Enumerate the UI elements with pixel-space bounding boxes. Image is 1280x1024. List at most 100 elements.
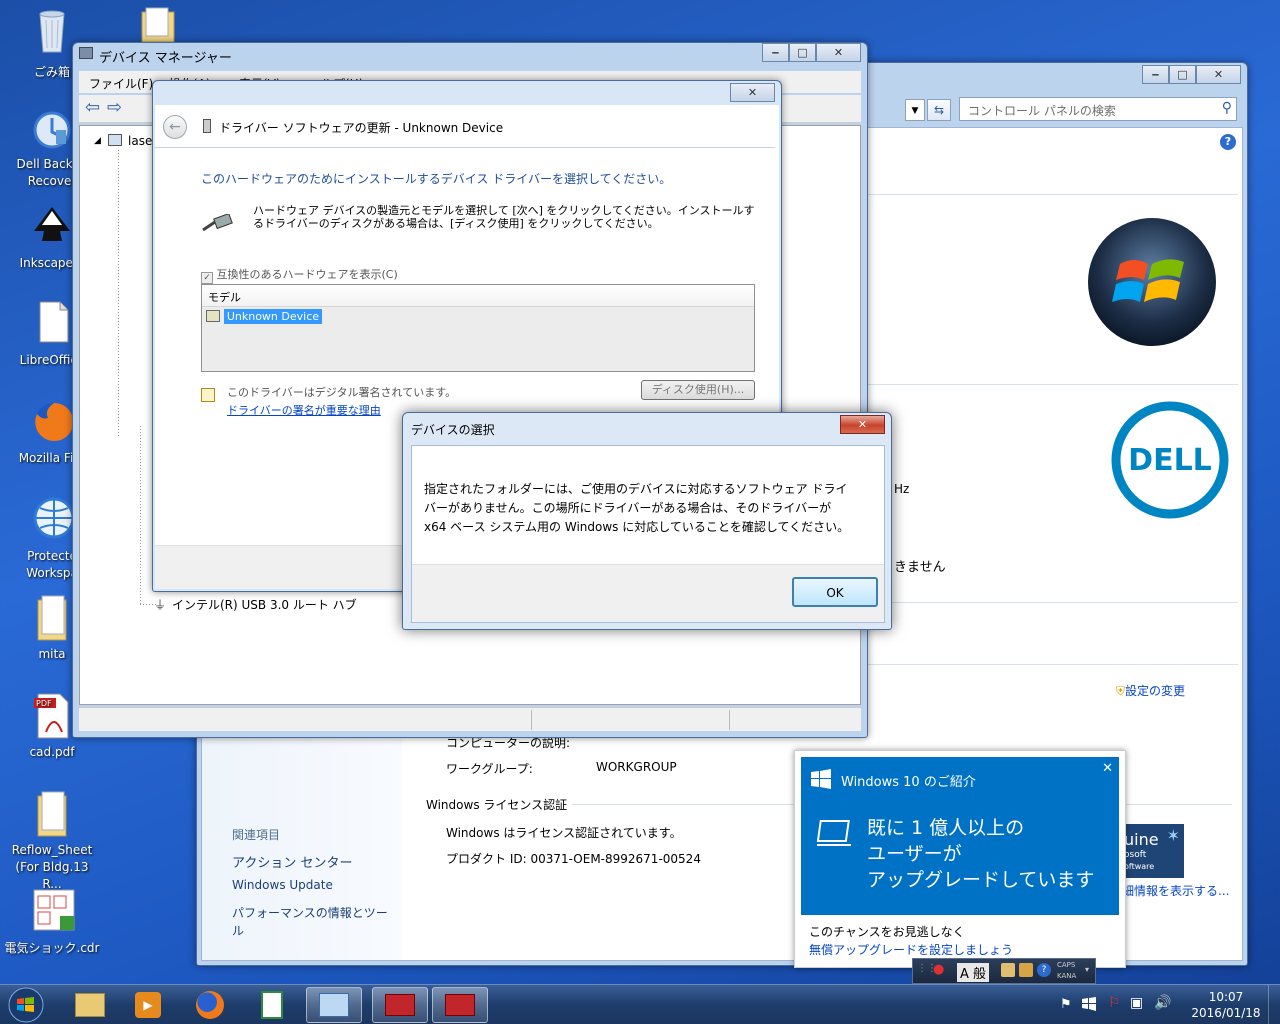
caps-indicator: CAPS bbox=[1057, 961, 1076, 969]
device-manager-titlebar[interactable]: デバイス マネージャー ‒ □ ✕ bbox=[73, 43, 867, 66]
more-info-link[interactable]: 細情報を表示する... bbox=[1122, 882, 1229, 899]
ime-language-bar[interactable]: ⋮⋮ ● A 般 ? CAPS KANA ▾ bbox=[912, 958, 1096, 984]
star-icon: ✶ bbox=[1166, 826, 1180, 845]
minimize-button[interactable]: ‒ bbox=[762, 43, 789, 62]
folder-icon bbox=[75, 993, 105, 1017]
libreoffice-icon bbox=[32, 300, 72, 343]
popup-line3: アップグレードしています bbox=[867, 869, 1095, 891]
related-link-action-center[interactable]: アクション センター bbox=[232, 852, 352, 871]
refresh-icon[interactable]: ⇆ bbox=[927, 99, 951, 121]
ime-dictionary-icon[interactable] bbox=[1019, 963, 1033, 977]
ok-button[interactable]: OK bbox=[792, 577, 878, 607]
recycle-bin-icon bbox=[32, 6, 72, 53]
related-heading: 関連項目 bbox=[232, 828, 281, 842]
win10-upgrade-popup[interactable]: Windows 10 のご紹介 ✕ 既に 1 億人以上の ユーザーが アップグレ… bbox=[794, 750, 1126, 968]
inkscape-icon bbox=[32, 205, 72, 245]
usb-device-small-icon bbox=[203, 119, 211, 133]
address-dropdown-button[interactable]: ▼ bbox=[905, 99, 925, 121]
search-icon[interactable]: ⚲ bbox=[1222, 100, 1232, 116]
close-button[interactable]: ✕ bbox=[730, 83, 775, 102]
popup-footer-text: このチャンスをお見逃しなく bbox=[809, 925, 965, 939]
help-icon[interactable]: ? bbox=[1220, 134, 1236, 150]
windows-update-icon[interactable] bbox=[1082, 997, 1096, 1011]
taskbar-firefox[interactable] bbox=[182, 987, 238, 1023]
taskbar-spreadsheet[interactable] bbox=[244, 987, 300, 1023]
related-link-windows-update[interactable]: Windows Update bbox=[232, 878, 333, 892]
taskbar-device-manager-2[interactable] bbox=[432, 987, 488, 1023]
compat-checkbox[interactable]: ✓ 互換性のあるハードウェアを表示(C) bbox=[201, 266, 398, 284]
model-column-header: モデル bbox=[208, 291, 241, 304]
ime-pad-icon[interactable] bbox=[1001, 963, 1015, 977]
desktop-icon-reflow-sheet[interactable]: Reflow_Sheet (For Bldg.13 R... bbox=[4, 790, 100, 891]
taskbar-device-manager[interactable] bbox=[372, 987, 428, 1023]
driver-signing-link[interactable]: ドライバーの署名が重要な理由 bbox=[227, 402, 381, 418]
maximize-button[interactable]: □ bbox=[789, 43, 816, 62]
search-input[interactable]: コントロール パネルの検索 ⚲ bbox=[959, 97, 1237, 121]
forward-arrow-icon[interactable]: ⇨ bbox=[107, 97, 122, 118]
svg-text:DELL: DELL bbox=[1128, 443, 1212, 478]
status-bar bbox=[79, 707, 861, 731]
firefox-icon bbox=[196, 991, 224, 1019]
taskbar: ▶ ⚑ ⚐ ▣ 🔊 10:07 2016/01/18 bbox=[0, 984, 1280, 1024]
taskbar-explorer[interactable] bbox=[62, 987, 118, 1023]
flag-icon[interactable]: ⚑ bbox=[1060, 997, 1072, 1012]
dialog-message-line2: バーがありません。この場所にドライバーがある場合は、そのドライバーが bbox=[424, 501, 832, 515]
folder-icon bbox=[138, 6, 178, 46]
toolbox-icon bbox=[385, 994, 415, 1016]
unknown-device-icon bbox=[206, 310, 220, 322]
tree-expand-icon[interactable]: ◢ bbox=[94, 136, 101, 146]
settings-change-link[interactable]: ⛨設定の変更 bbox=[1116, 682, 1185, 699]
media-player-icon: ▶ bbox=[135, 992, 161, 1018]
show-desktop-button[interactable] bbox=[1268, 985, 1280, 1024]
model-list[interactable]: モデル Unknown Device bbox=[201, 284, 755, 372]
clock-date: 2016/01/18 bbox=[1191, 1006, 1261, 1020]
action-center-icon[interactable]: ⚐ bbox=[1108, 995, 1121, 1011]
license-status: Windows はライセンス認証されています。 bbox=[446, 826, 682, 840]
usb-root-hub-label[interactable]: インテル(R) USB 3.0 ルート ハブ bbox=[172, 596, 357, 613]
device-manager-icon bbox=[79, 47, 93, 59]
pen-touch-fragment: きません bbox=[894, 560, 946, 575]
laptop-icon bbox=[815, 819, 855, 851]
pin-icon[interactable]: ● bbox=[933, 962, 944, 977]
have-disk-button[interactable]: ディスク使用(H)... bbox=[641, 380, 755, 400]
taskbar-media-player[interactable]: ▶ bbox=[120, 987, 176, 1023]
clock[interactable]: 10:07 2016/01/18 bbox=[1188, 989, 1264, 1021]
product-id: プロダクト ID: 00371-OEM-8992671-00524 bbox=[446, 852, 701, 866]
toolbox-icon bbox=[445, 994, 475, 1016]
kana-indicator: KANA bbox=[1057, 972, 1077, 980]
close-button[interactable]: ✕ bbox=[840, 415, 885, 434]
volume-icon[interactable]: 🔊 bbox=[1154, 995, 1171, 1011]
expand-arrow-icon[interactable]: ▾ bbox=[1085, 965, 1089, 974]
dell-backup-icon bbox=[32, 110, 72, 150]
folder-icon bbox=[32, 790, 72, 837]
related-link-performance[interactable]: パフォーマンスの情報とツール bbox=[232, 904, 392, 940]
start-button[interactable] bbox=[4, 985, 48, 1024]
wizard-back-button[interactable]: ← bbox=[163, 115, 187, 139]
popup-line2: ユーザーが bbox=[867, 843, 962, 865]
taskbar-control-panel[interactable] bbox=[306, 987, 362, 1023]
close-button[interactable]: ✕ bbox=[1196, 65, 1241, 84]
unsigned-note: このドライバーはデジタル署名されています。 bbox=[227, 386, 457, 399]
ime-mode[interactable]: A 般 bbox=[957, 963, 990, 982]
popup-close-icon[interactable]: ✕ bbox=[1102, 761, 1113, 776]
help-icon[interactable]: ? bbox=[1037, 963, 1051, 977]
close-button[interactable]: ✕ bbox=[816, 43, 861, 62]
back-arrow-icon[interactable]: ⇦ bbox=[85, 97, 100, 118]
device-select-dialog: デバイスの選択 ✕ 指定されたフォルダーには、ご使用のデバイスに対応するソフトウ… bbox=[402, 412, 892, 630]
desktop-icon-cdr-file[interactable]: 電気ショック.cdr bbox=[4, 888, 100, 955]
dialog-titlebar[interactable]: デバイスの選択 ✕ bbox=[403, 413, 891, 437]
popup-title: Windows 10 のご紹介 bbox=[841, 775, 976, 790]
clock-time: 10:07 bbox=[1208, 990, 1244, 1004]
minimize-button[interactable]: ‒ bbox=[1142, 65, 1169, 84]
menu-file[interactable]: ファイル(F) bbox=[89, 75, 153, 92]
network-icon[interactable]: ▣ bbox=[1130, 995, 1143, 1011]
model-list-item[interactable]: Unknown Device bbox=[206, 309, 323, 325]
svg-text:PDF: PDF bbox=[36, 699, 52, 708]
firefox-icon bbox=[32, 400, 74, 441]
wizard-instructions: ハードウェア デバイスの製造元とモデルを選択して [次へ] をクリックしてくださ… bbox=[253, 204, 755, 230]
tree-connector-line bbox=[140, 426, 141, 604]
maximize-button[interactable]: □ bbox=[1169, 65, 1196, 84]
popup-footer-link[interactable]: 無償アップグレードを設定しましょう bbox=[809, 941, 1013, 958]
windows-logo-icon bbox=[811, 769, 831, 789]
search-placeholder: コントロール パネルの検索 bbox=[968, 104, 1116, 118]
